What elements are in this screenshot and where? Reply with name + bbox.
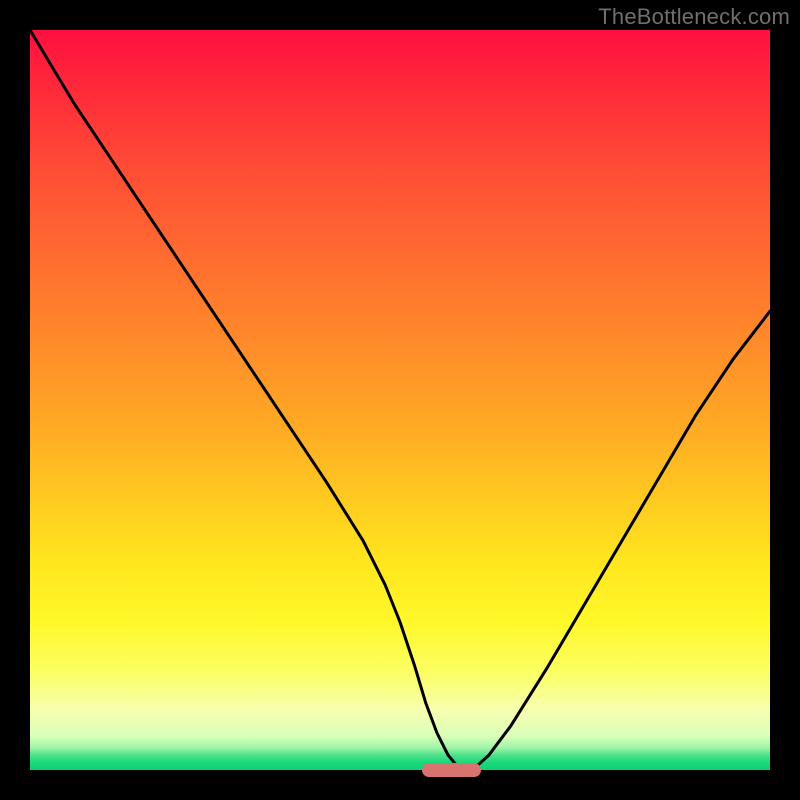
attribution-text: TheBottleneck.com [598,4,790,30]
curve-layer [30,30,770,770]
plot-area [30,30,770,770]
optimal-range-marker [422,763,481,777]
chart-frame: TheBottleneck.com [0,0,800,800]
bottleneck-curve [30,30,770,769]
